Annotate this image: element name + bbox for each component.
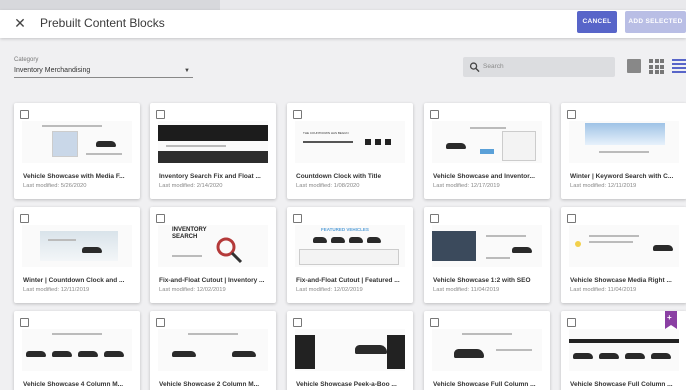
block-card[interactable]: Vehicle Showcase with Media F... Last mo… [14,103,140,199]
block-name: Winter | Keyword Search with C... [570,173,674,180]
category-value: Inventory Merchandising [14,67,91,74]
dialog-header: ✕ Prebuilt Content Blocks CANCEL ADD SEL… [0,10,686,38]
select-checkbox[interactable] [567,214,576,223]
block-name: Vehicle Showcase 4 Column M... [23,381,124,388]
magnifier-icon [216,237,243,264]
block-name: Vehicle Showcase 1:2 with SEO [433,277,531,284]
block-modified: Last modified: 1/08/2020 [296,183,360,189]
block-card[interactable]: Inventory Search Fix and Float ... Last … [150,103,276,199]
block-name: Fix-and-Float Cutout | Featured ... [296,277,400,284]
select-checkbox[interactable] [20,214,29,223]
search-input[interactable]: Search [483,63,504,70]
block-card[interactable]: Vehicle Showcase and Inventor... Last mo… [424,103,550,199]
block-modified: Last modified: 12/02/2019 [296,287,363,293]
select-checkbox[interactable] [293,110,302,119]
select-checkbox[interactable] [430,214,439,223]
select-checkbox[interactable] [156,110,165,119]
block-card[interactable]: Vehicle Showcase 1:2 with SEO Last modif… [424,207,550,303]
block-modified: Last modified: 12/17/2019 [433,183,500,189]
block-name: Vehicle Showcase 2 Column M... [159,381,260,388]
select-checkbox[interactable] [156,318,165,327]
tile-view-icon[interactable] [627,59,641,73]
block-card[interactable]: Vehicle Showcase Peek-a-Boo ... [287,311,413,390]
block-modified: Last modified: 12/11/2019 [570,183,637,189]
block-name: Countdown Clock with Title [296,173,382,180]
block-card[interactable]: Vehicle Showcase Full Column ... [424,311,550,390]
select-checkbox[interactable] [156,214,165,223]
block-thumbnail [432,329,542,371]
block-thumbnail [432,225,542,267]
select-checkbox[interactable] [293,214,302,223]
block-thumbnail [569,225,679,267]
block-modified: Last modified: 12/02/2019 [159,287,226,293]
thumb-featured-vehicles-text: FEATURED VEHICLES [321,227,369,232]
select-checkbox[interactable] [567,318,576,327]
block-thumbnail [158,121,268,163]
block-name: Vehicle Showcase Full Column ... [570,381,673,388]
block-card[interactable]: Vehicle Showcase Full Column ... [561,311,686,390]
block-card[interactable]: Winter | Countdown Clock and ... Last mo… [14,207,140,303]
grid-view-icon[interactable] [649,59,664,74]
block-thumbnail [569,329,679,371]
block-thumbnail [295,329,405,371]
top-strip [0,0,686,10]
thumb-countdown-text: THE COUNTDOWN HAS BEGUN [303,131,349,135]
block-card[interactable]: Vehicle Showcase 4 Column M... [14,311,140,390]
block-thumbnail [22,225,132,267]
block-name: Vehicle Showcase with Media F... [23,173,125,180]
search-box[interactable]: Search [463,57,615,77]
select-checkbox[interactable] [20,110,29,119]
block-card[interactable]: FEATURED VEHICLES Fix-and-Float Cutout |… [287,207,413,303]
block-card[interactable]: Winter | Keyword Search with C... Last m… [561,103,686,199]
block-thumbnail: FEATURED VEHICLES [295,225,405,267]
category-label: Category [14,57,39,63]
block-name: Winter | Countdown Clock and ... [23,277,125,284]
block-modified: Last modified: 2/14/2020 [159,183,223,189]
block-name: Vehicle Showcase Peek-a-Boo ... [296,381,397,388]
top-strip-dark [0,0,220,10]
select-checkbox[interactable] [20,318,29,327]
block-thumbnail [569,121,679,163]
list-view-icon[interactable] [672,59,686,73]
select-checkbox[interactable] [567,110,576,119]
block-card[interactable]: INVENTORY SEARCH Fix-and-Float Cutout | … [150,207,276,303]
caret-down-icon: ▼ [184,68,190,74]
add-selected-button[interactable]: ADD SELECTED [625,11,686,33]
select-checkbox[interactable] [430,110,439,119]
select-checkbox[interactable] [430,318,439,327]
block-thumbnail: THE COUNTDOWN HAS BEGUN [295,121,405,163]
block-name: Inventory Search Fix and Float ... [159,173,261,180]
category-select[interactable]: Inventory Merchandising ▼ [14,66,193,78]
block-thumbnail [22,121,132,163]
search-icon [469,62,480,73]
bookmark-icon[interactable] [665,311,677,329]
block-modified: Last modified: 12/11/2019 [23,287,90,293]
block-thumbnail [22,329,132,371]
close-icon[interactable]: ✕ [12,14,28,32]
select-checkbox[interactable] [293,318,302,327]
block-name: Vehicle Showcase and Inventor... [433,173,535,180]
block-card[interactable]: THE COUNTDOWN HAS BEGUN Countdown Clock … [287,103,413,199]
block-name: Fix-and-Float Cutout | Inventory ... [159,277,265,284]
block-thumbnail: INVENTORY SEARCH [158,225,268,267]
block-modified: Last modified: 5/26/2020 [23,183,87,189]
block-thumbnail [432,121,542,163]
block-name: Vehicle Showcase Media Right ... [570,277,672,284]
block-modified: Last modified: 11/04/2019 [433,287,500,293]
block-thumbnail [158,329,268,371]
block-card[interactable]: Vehicle Showcase 2 Column M... [150,311,276,390]
block-modified: Last modified: 11/04/2019 [570,287,637,293]
page-title: Prebuilt Content Blocks [40,16,165,30]
block-card[interactable]: Vehicle Showcase Media Right ... Last mo… [561,207,686,303]
block-name: Vehicle Showcase Full Column ... [433,381,536,388]
cancel-button[interactable]: CANCEL [577,11,617,33]
